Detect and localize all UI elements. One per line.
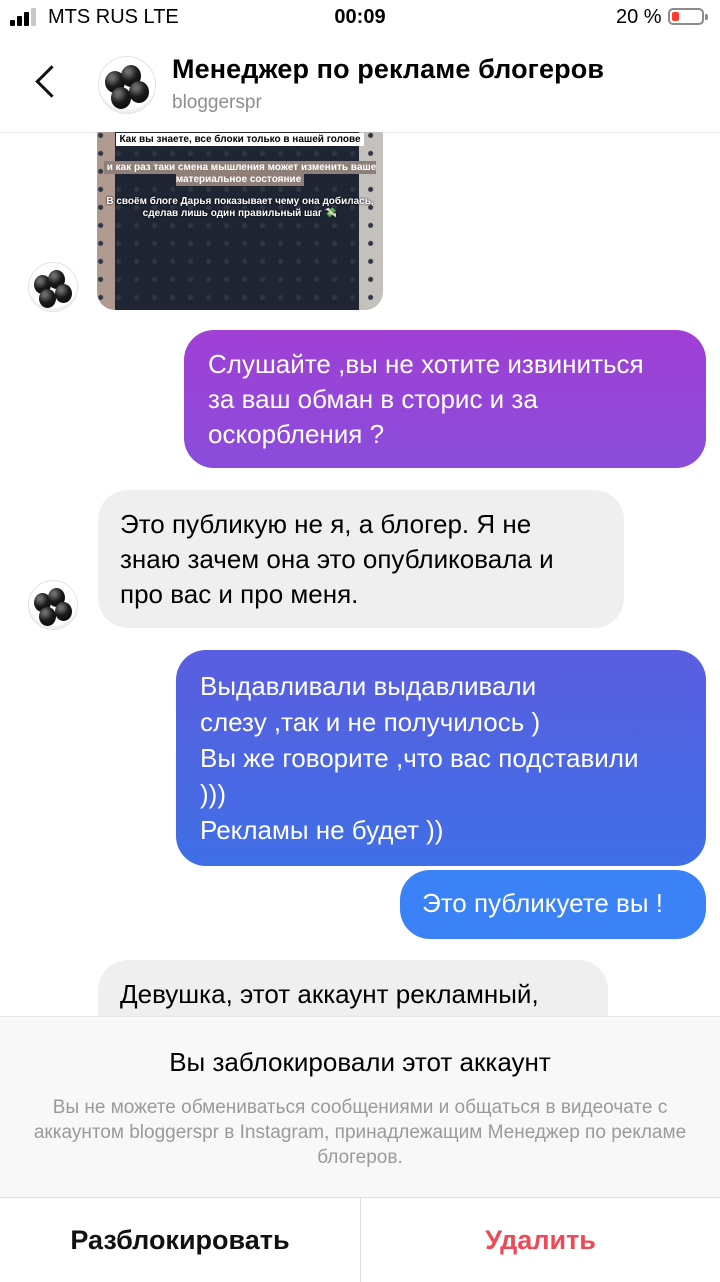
blocked-actions: Разблокировать Удалить	[0, 1197, 720, 1282]
message-text: Слушайте ,вы не хотите извиниться за ваш…	[208, 349, 644, 449]
story-text-3: В своём блоге Дарья показывает чему она …	[106, 196, 374, 219]
delete-button[interactable]: Удалить	[360, 1198, 720, 1282]
sender-avatar[interactable]	[28, 262, 78, 312]
story-text-2: и как раз таки смена мышления может изме…	[97, 161, 383, 186]
chat-title[interactable]: Менеджер по рекламе блогеров	[172, 54, 604, 85]
message-text: Это публикуете вы !	[422, 888, 663, 918]
back-button[interactable]	[30, 60, 70, 108]
unblock-button[interactable]: Разблокировать	[0, 1198, 360, 1282]
blocked-title: Вы заблокировали этот аккаунт	[169, 1047, 551, 1077]
battery-percent: 20 %	[616, 6, 662, 28]
chat-username[interactable]: bloggerspr	[172, 92, 262, 114]
message-list[interactable]: Как вы знаете, все блоки только в нашей …	[0, 132, 720, 1016]
blocked-description: Вы не можете обмениваться сообщениями и …	[33, 1097, 687, 1168]
story-reply-image[interactable]: Как вы знаете, все блоки только в нашей …	[97, 132, 383, 310]
message-bubble[interactable]: Это публикую не я, а блогер. Я не знаю з…	[98, 490, 624, 628]
chat-header: Менеджер по рекламе блогеров bloggerspr	[0, 36, 720, 133]
blocked-panel: Вы заблокировали этот аккаунт Вы не може…	[0, 1016, 720, 1282]
battery-icon	[668, 8, 708, 25]
message-bubble[interactable]: Это публикуете вы !	[400, 870, 706, 939]
story-text-1: Как вы знаете, все блоки только в нашей …	[97, 133, 383, 146]
sender-avatar[interactable]	[28, 580, 78, 630]
message-bubble[interactable]: Девушка, этот аккаунт рекламный,	[98, 960, 608, 1016]
message-bubble[interactable]: Слушайте ,вы не хотите извиниться за ваш…	[184, 330, 706, 468]
message-text: Девушка, этот аккаунт рекламный,	[120, 979, 539, 1009]
header-avatar[interactable]	[98, 56, 156, 114]
message-text: Это публикую не я, а блогер. Я не знаю з…	[120, 509, 554, 609]
message-bubble[interactable]: Выдавливали выдавливали слезу ,так и не …	[176, 650, 706, 866]
message-text: Выдавливали выдавливали слезу ,так и не …	[200, 671, 639, 845]
status-bar: MTS RUS LTE 00:09 20 %	[0, 0, 720, 36]
status-time: 00:09	[334, 6, 386, 28]
